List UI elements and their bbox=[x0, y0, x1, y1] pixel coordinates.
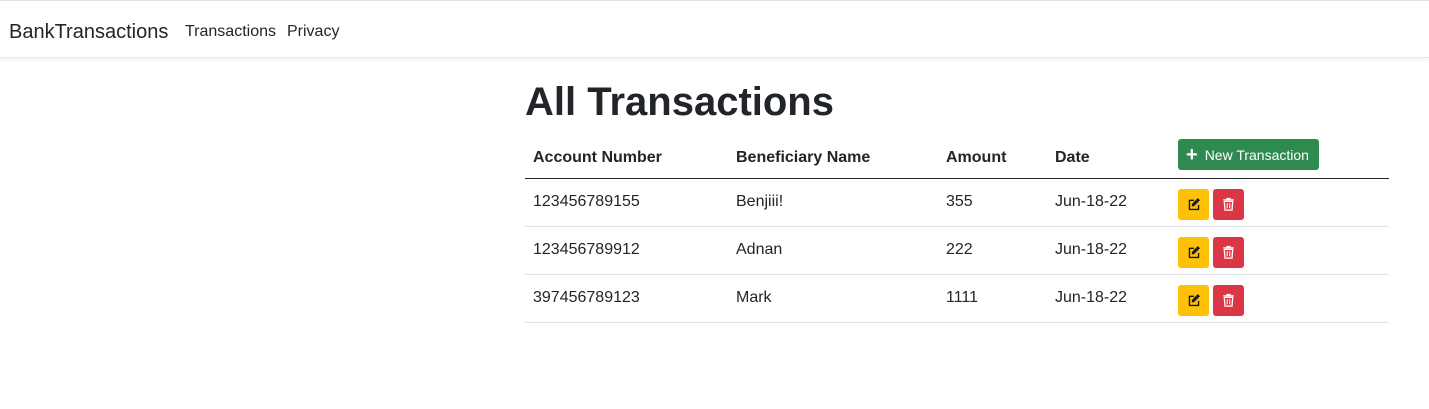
plus-icon: + bbox=[1186, 143, 1198, 166]
cell-account: 397456789123 bbox=[525, 274, 728, 323]
cell-date: Jun-18-22 bbox=[1047, 274, 1170, 323]
cell-actions bbox=[1170, 178, 1389, 227]
header-actions: + New Transaction bbox=[1170, 136, 1389, 179]
header-account-number: Account Number bbox=[525, 136, 728, 179]
delete-button[interactable] bbox=[1213, 284, 1244, 316]
cell-account: 123456789155 bbox=[525, 178, 728, 227]
trash-icon bbox=[1222, 245, 1235, 259]
cell-amount: 1111 bbox=[938, 274, 1047, 323]
header-beneficiary-name: Beneficiary Name bbox=[728, 136, 938, 179]
table-row: 123456789155 Benjiii! 355 Jun-18-22 bbox=[525, 178, 1389, 227]
trash-icon bbox=[1222, 293, 1235, 307]
new-transaction-button[interactable]: + New Transaction bbox=[1178, 139, 1319, 171]
table-row: 397456789123 Mark 1111 Jun-18-22 bbox=[525, 274, 1389, 323]
nav-link-privacy[interactable]: Privacy bbox=[287, 22, 339, 42]
edit-button[interactable] bbox=[1178, 188, 1209, 220]
navbar: BankTransactions Transactions Privacy bbox=[0, 0, 1429, 58]
cell-actions bbox=[1170, 226, 1389, 275]
cell-amount: 355 bbox=[938, 178, 1047, 227]
cell-name: Adnan bbox=[728, 226, 938, 275]
cell-date: Jun-18-22 bbox=[1047, 178, 1170, 227]
cell-amount: 222 bbox=[938, 226, 1047, 275]
delete-button[interactable] bbox=[1213, 188, 1244, 220]
cell-actions bbox=[1170, 274, 1389, 323]
cell-date: Jun-18-22 bbox=[1047, 226, 1170, 275]
brand-link[interactable]: BankTransactions bbox=[9, 20, 168, 44]
table-header-row: Account Number Beneficiary Name Amount D… bbox=[525, 136, 1389, 179]
nav-link-transactions[interactable]: Transactions bbox=[185, 22, 276, 42]
edit-icon bbox=[1187, 293, 1201, 307]
cell-name: Mark bbox=[728, 274, 938, 323]
cell-name: Benjiii! bbox=[728, 178, 938, 227]
table-row: 123456789912 Adnan 222 Jun-18-22 bbox=[525, 226, 1389, 275]
trash-icon bbox=[1222, 197, 1235, 211]
page-title: All Transactions bbox=[525, 80, 834, 124]
edit-button[interactable] bbox=[1178, 284, 1209, 316]
edit-icon bbox=[1187, 197, 1201, 211]
edit-button[interactable] bbox=[1178, 236, 1209, 268]
delete-button[interactable] bbox=[1213, 236, 1244, 268]
edit-icon bbox=[1187, 245, 1201, 259]
header-amount: Amount bbox=[938, 136, 1047, 179]
new-transaction-label: New Transaction bbox=[1204, 146, 1309, 163]
header-date: Date bbox=[1047, 136, 1170, 179]
cell-account: 123456789912 bbox=[525, 226, 728, 275]
transactions-table: Account Number Beneficiary Name Amount D… bbox=[525, 136, 1389, 323]
